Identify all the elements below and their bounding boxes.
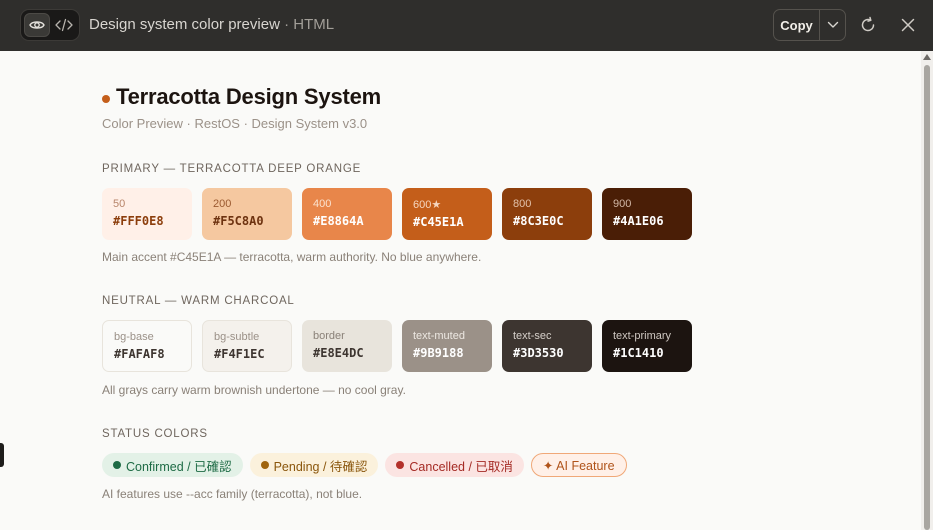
swatch-name: 400 — [313, 198, 332, 210]
scroll-thumb[interactable] — [924, 65, 930, 530]
neutral-swatches: bg-base #FAFAF8 bg-subtle #F4F1EC border… — [102, 320, 692, 372]
vertical-scrollbar[interactable] — [921, 51, 933, 530]
neutral-section-label: NEUTRAL — WARM CHARCOAL — [102, 295, 295, 307]
primary-section-label: PRIMARY — TERRACOTTA DEEP ORANGE — [102, 163, 362, 175]
close-icon — [901, 18, 915, 32]
swatch-border: border #E8E4DC — [302, 320, 392, 372]
copy-button-group: Copy — [773, 9, 846, 41]
swatch-hex: #4A1E06 — [613, 214, 664, 228]
page-subtitle: Color Preview · RestOS · Design System v… — [102, 116, 368, 131]
swatch-text-muted: text-muted #9B9188 — [402, 320, 492, 372]
status-dot — [396, 461, 405, 469]
code-icon — [55, 18, 73, 32]
status-badge-pending: Pending / 待確認 — [249, 453, 379, 477]
neutral-note: All grays carry warm brownish undertone … — [102, 383, 406, 397]
swatch-primary-400: 400 #E8864A — [302, 188, 392, 240]
page-title: Terracotta Design System — [102, 84, 381, 110]
refresh-icon — [861, 16, 875, 32]
status-note: AI features use --acc family (terracotta… — [102, 487, 363, 501]
status-section-label: STATUS COLORS — [102, 428, 208, 440]
document-title: Design system color preview — [89, 16, 280, 33]
eye-icon — [29, 21, 45, 29]
swatch-primary-900: 900 #4A1E06 — [602, 188, 692, 240]
status-badge-label: Pending / 待確認 — [273, 459, 368, 474]
status-badge-cancelled: Cancelled / 已取消 — [385, 453, 524, 477]
swatch-hex: #FFF0E8 — [113, 214, 164, 228]
accent-dot — [102, 94, 110, 103]
swatch-text-sec: text-sec #3D3530 — [502, 320, 592, 372]
swatch-primary-50: 50 #FFF0E8 — [102, 188, 192, 240]
preview-tab[interactable] — [24, 13, 50, 37]
refresh-button[interactable] — [856, 13, 880, 37]
swatch-name: bg-base — [114, 331, 154, 343]
status-dot — [260, 461, 269, 469]
swatch-name: 50 — [113, 198, 126, 210]
primary-note: Main accent #C45E1A — terracotta, warm a… — [102, 250, 482, 264]
swatch-hex: #1C1410 — [613, 346, 664, 360]
scroll-up-arrow-icon[interactable] — [923, 54, 931, 60]
swatch-name: 600★ — [413, 199, 442, 211]
preview-toolbar: Design system color preview · HTML Copy — [0, 0, 933, 51]
page-title-text: Terracotta Design System — [116, 84, 382, 109]
swatch-primary-800: 800 #8C3E0C — [502, 188, 592, 240]
swatch-name: text-primary — [613, 330, 672, 342]
swatch-name: 900 — [613, 198, 632, 210]
status-badge-label: Cancelled / 已取消 — [409, 459, 513, 474]
primary-swatches: 50 #FFF0E8 200 #F5C8A0 400 #E8864A 600★ … — [102, 188, 692, 240]
chevron-down-icon — [827, 21, 838, 28]
status-badge-confirmed: Confirmed / 已確認 — [102, 453, 243, 477]
status-badge-label: Confirmed / 已確認 — [126, 459, 232, 474]
swatch-bg-base: bg-base #FAFAF8 — [102, 320, 192, 372]
status-badges: Confirmed / 已確認 Pending / 待確認 Cancelled … — [102, 453, 627, 477]
swatch-name: text-sec — [513, 330, 552, 342]
swatch-hex: #9B9188 — [413, 346, 464, 360]
code-tab[interactable] — [51, 13, 77, 37]
copy-options-button[interactable] — [820, 10, 845, 40]
status-badge-ai-feature: ✦ AI Feature — [530, 453, 627, 477]
swatch-primary-200: 200 #F5C8A0 — [202, 188, 292, 240]
swatch-text-primary: text-primary #1C1410 — [602, 320, 692, 372]
swatch-bg-subtle: bg-subtle #F4F1EC — [202, 320, 292, 372]
view-mode-toggle[interactable] — [20, 9, 80, 41]
copy-button[interactable]: Copy — [774, 10, 820, 40]
window-title: Design system color preview · HTML — [89, 16, 334, 33]
swatch-hex: #C45E1A — [413, 215, 464, 229]
swatch-hex: #E8E4DC — [313, 346, 364, 360]
swatch-hex: #8C3E0C — [513, 214, 564, 228]
close-button[interactable] — [896, 13, 920, 37]
swatch-name: 200 — [213, 198, 232, 210]
swatch-hex: #F4F1EC — [214, 347, 265, 361]
swatch-name: border — [313, 330, 345, 342]
swatch-hex: #3D3530 — [513, 346, 564, 360]
document-type: · HTML — [279, 16, 335, 33]
status-dot — [113, 461, 121, 469]
swatch-name: text-muted — [413, 330, 465, 342]
swatch-primary-600: 600★ #C45E1A — [402, 188, 492, 240]
side-panel-handle[interactable] — [0, 443, 4, 467]
swatch-name: bg-subtle — [214, 331, 260, 343]
swatch-hex: #F5C8A0 — [213, 214, 264, 228]
status-badge-label: ✦ AI Feature — [542, 458, 615, 473]
swatch-hex: #E8864A — [313, 214, 364, 228]
swatch-name: 800 — [513, 198, 532, 210]
swatch-hex: #FAFAF8 — [114, 347, 165, 361]
